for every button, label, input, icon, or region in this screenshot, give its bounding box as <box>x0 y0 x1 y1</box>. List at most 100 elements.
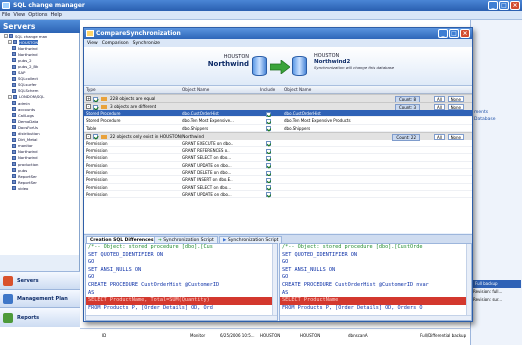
tree-node-label: SQLsurfer <box>18 82 37 88</box>
col-include[interactable]: Include <box>258 86 282 94</box>
expand-toggle-icon[interactable]: - <box>86 104 91 109</box>
include-checkbox[interactable] <box>264 176 271 183</box>
group-row[interactable]: -3 objects are different Count: 3 All None <box>84 102 472 111</box>
right-list-item-selected[interactable]: Full backup <box>473 280 521 288</box>
group-checkbox[interactable] <box>93 134 98 140</box>
reports-icon <box>3 312 13 323</box>
table-row[interactable]: Permission GRANT UPDATE on dbo... <box>84 191 472 199</box>
right-list-item[interactable]: Revision: full... <box>473 289 502 294</box>
source-database-icon <box>252 56 267 76</box>
include-checkbox[interactable] <box>264 169 271 176</box>
table-row[interactable]: Permission GRANT SELECT on dbo... <box>84 184 472 191</box>
row-object-name: GRANT DELETE on dbo... <box>182 170 232 176</box>
row-object-name: dbo.CustOrderHist <box>182 111 219 116</box>
nav-spacer <box>0 255 80 271</box>
database-icon <box>12 119 16 124</box>
right-list-item[interactable]: Revision: sur... <box>473 297 502 302</box>
include-checkbox[interactable] <box>264 154 271 161</box>
group-checkbox[interactable] <box>93 96 98 102</box>
compare-sync-window: CompareSynchronization _ □ × View Compar… <box>83 27 473 322</box>
source-script-pane[interactable]: /*-- Object: stored procedure [dbo].[Cus… <box>85 243 278 321</box>
group-row[interactable]: -22 objects only exist in HOUSTON/Northw… <box>84 131 472 141</box>
compare-minimize-button[interactable]: _ <box>438 29 448 38</box>
row-type: Permission <box>86 140 108 146</box>
compare-menu-bar: View Comparison Synchronize <box>84 39 472 47</box>
include-checkbox[interactable] <box>264 140 271 147</box>
menu-help[interactable]: Help <box>51 12 62 18</box>
expand-toggle-icon[interactable]: + <box>86 96 91 101</box>
expand-toggle-icon[interactable]: - <box>8 94 12 99</box>
target-db-info: HOUSTON Northwind2 Synchronization will … <box>314 53 424 70</box>
row-object-name: GRANT SELECT on dbo... <box>182 155 232 161</box>
script-line: GO <box>282 274 289 281</box>
tree-node-label: pubs <box>18 167 28 173</box>
horizontal-scrollbar[interactable] <box>280 315 471 320</box>
include-checkbox[interactable] <box>264 147 271 154</box>
table-row[interactable]: Stored Procedure dbo.Ten Most Expensive..… <box>84 117 472 125</box>
script-line: FROM Products P, [Order Details] OD, Ord… <box>282 304 423 311</box>
row-target-object-name: dbo.Ten Most Expensive Products <box>284 118 351 124</box>
nav-servers[interactable]: Servers <box>0 271 80 289</box>
tree-node-label: accounts <box>18 106 36 112</box>
history-grid-row[interactable]: ID Monitor 6/25/2006 10:5... HOUSTON HOU… <box>80 328 470 345</box>
group-row[interactable]: +228 objects are equal Count: 8 All None <box>84 94 472 103</box>
source-database: Northwind <box>207 60 249 68</box>
table-row[interactable]: Permission GRANT SELECT on dbo... <box>84 154 472 162</box>
table-row[interactable]: Permission GRANT EXECUTE on dbo.. <box>84 140 472 148</box>
include-checkbox[interactable] <box>264 125 271 132</box>
vertical-scrollbar[interactable] <box>272 244 277 320</box>
include-checkbox[interactable] <box>264 191 271 198</box>
table-row[interactable]: Permission GRANT INSERT on dbo.E.. <box>84 176 472 184</box>
expand-toggle-icon[interactable]: - <box>86 133 91 139</box>
menu-synchronize[interactable]: Synchronize <box>133 41 160 46</box>
vertical-scrollbar[interactable] <box>466 244 471 320</box>
script-line: SELECT ProductName <box>280 297 471 305</box>
tree-node-label: video <box>18 185 29 191</box>
table-row[interactable]: Table dbo.Shippers dbo.Shippers <box>84 125 472 132</box>
tree-node-label: pubs_2_Bk <box>18 64 39 70</box>
main-menu-bar: File View Options Help <box>0 11 522 20</box>
include-checkbox[interactable] <box>264 162 271 169</box>
database-icon <box>12 162 16 167</box>
close-button[interactable]: × <box>510 1 520 10</box>
database-icon <box>12 58 16 63</box>
expand-toggle-icon[interactable]: - <box>4 34 8 39</box>
menu-file[interactable]: File <box>2 12 10 18</box>
server-tree[interactable]: - SQL change man - HOUSTON Northwind Northwin… <box>0 33 80 255</box>
include-checkbox[interactable] <box>264 117 271 124</box>
col-target-object-name[interactable]: Object Name <box>282 86 462 94</box>
server-icon <box>9 34 13 39</box>
table-row[interactable]: Permission GRANT REFERENCES o.. <box>84 147 472 155</box>
nav-management-plan[interactable]: Management Plan <box>0 289 80 307</box>
maximize-button[interactable]: □ <box>499 1 509 10</box>
include-checkbox[interactable] <box>264 110 271 117</box>
main-window-controls: _ □ × <box>488 1 520 10</box>
nav-management-plan-label: Management Plan <box>17 295 68 302</box>
menu-view[interactable]: View <box>87 41 98 46</box>
servers-panel-title: Servers <box>0 20 80 33</box>
compare-maximize-button[interactable]: □ <box>449 29 459 38</box>
target-script-pane[interactable]: /*-- Object: stored procedure [dbo].[Cus… <box>279 243 472 321</box>
menu-comparison[interactable]: Comparison <box>102 41 129 46</box>
table-row[interactable]: Permission GRANT UPDATE on dbo... <box>84 162 472 170</box>
row-target-object-name: dbo.Shippers <box>284 125 311 131</box>
compare-close-button[interactable]: × <box>460 29 470 38</box>
group-checkbox[interactable] <box>93 104 98 110</box>
table-row[interactable]: Permission GRANT DELETE on dbo... <box>84 169 472 177</box>
main-title-bar: SQL change manager _ □ × <box>0 0 522 11</box>
history-cell: Full/Differential backup <box>420 333 467 338</box>
tree-node[interactable]: video <box>0 185 79 191</box>
servers-icon <box>3 275 13 286</box>
minimize-button[interactable]: _ <box>488 1 498 10</box>
col-object-name[interactable]: Object Name <box>180 86 258 94</box>
col-type[interactable]: Type <box>84 86 180 94</box>
menu-view[interactable]: View <box>13 12 25 18</box>
horizontal-scrollbar[interactable] <box>86 315 277 320</box>
include-checkbox[interactable] <box>264 184 271 191</box>
expand-toggle-icon[interactable]: - <box>8 40 12 45</box>
menu-options[interactable]: Options <box>28 12 47 18</box>
nav-reports[interactable]: Reports <box>0 307 80 327</box>
script-line: CREATE PROCEDURE CustOrderHist @Customer… <box>88 281 220 288</box>
table-row[interactable]: Stored Procedure dbo.CustOrderHist dbo.Cus… <box>84 110 472 118</box>
script-line: GO <box>88 259 95 266</box>
